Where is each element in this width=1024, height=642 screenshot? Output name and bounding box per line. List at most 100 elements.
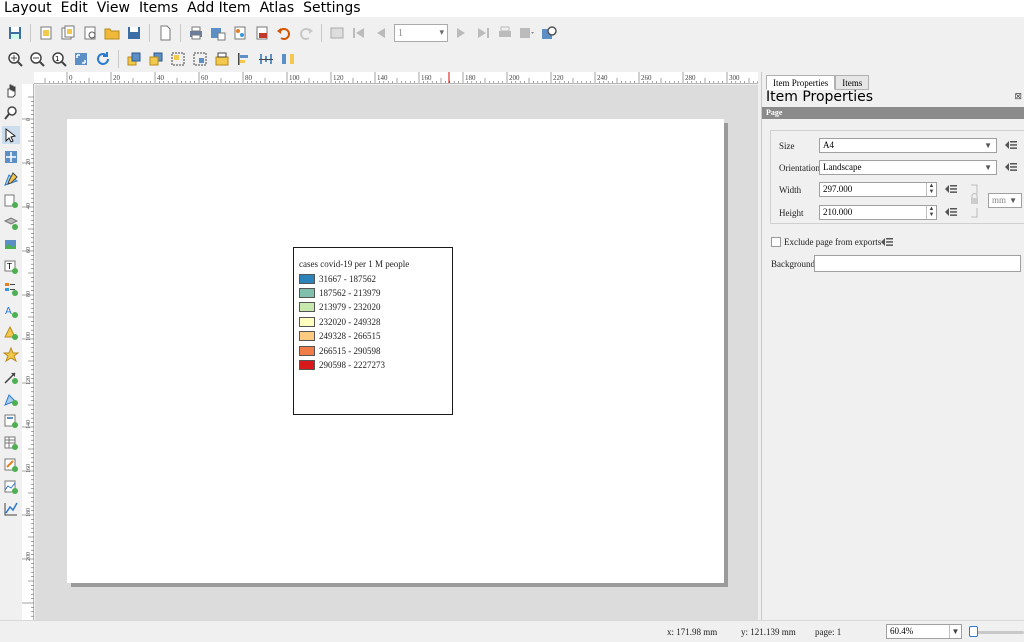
menu-settings[interactable]: Settings xyxy=(299,0,365,17)
background-symbol-button[interactable] xyxy=(814,255,1021,272)
edit-nodes-icon[interactable] xyxy=(2,170,20,188)
add-north-arrow-icon[interactable] xyxy=(2,324,20,342)
raise-items-icon[interactable] xyxy=(125,50,143,68)
tab-item-properties[interactable]: Item Properties xyxy=(766,75,836,90)
menu-atlas[interactable]: Atlas xyxy=(256,0,300,17)
legend-label: 213979 - 232020 xyxy=(319,302,381,313)
atlas-preview-icon[interactable] xyxy=(328,24,346,42)
add-arrow-icon[interactable] xyxy=(2,368,20,386)
atlas-page-combo[interactable]: 1 xyxy=(394,24,448,42)
size-combo[interactable]: A4 ▼ xyxy=(819,138,997,153)
export-svg-icon[interactable] xyxy=(231,24,249,42)
undo-icon[interactable] xyxy=(275,24,293,42)
page-setup-icon[interactable] xyxy=(156,24,174,42)
previous-feature-icon[interactable] xyxy=(372,24,390,42)
menu-view[interactable]: View xyxy=(93,0,135,17)
add-shape-icon[interactable] xyxy=(2,346,20,364)
distribute-items-icon[interactable] xyxy=(257,50,275,68)
ungroup-items-icon[interactable] xyxy=(191,50,209,68)
layout-toolbar: 1 xyxy=(0,21,1024,45)
data-defined-override-icon[interactable] xyxy=(944,206,958,218)
legend-label: 266515 - 290598 xyxy=(319,345,381,356)
legend-entry: 232020 - 249328 xyxy=(299,316,381,327)
legend-item[interactable]: cases covid-19 per 1 M people 31667 - 18… xyxy=(293,247,453,415)
zoom-value: 60.4% xyxy=(890,626,914,636)
add-attribute-table-icon[interactable] xyxy=(2,434,20,452)
exclude-page-checkbox[interactable] xyxy=(771,237,781,247)
ruler-label: 200 xyxy=(509,74,520,82)
size-label: Size xyxy=(779,141,795,151)
menu-add-item[interactable]: Add Item xyxy=(183,0,255,17)
print-icon[interactable] xyxy=(187,24,205,42)
add-3d-map-icon[interactable] xyxy=(2,214,20,232)
new-layout-icon[interactable] xyxy=(37,24,55,42)
orientation-combo[interactable]: Landscape ▼ xyxy=(819,160,997,175)
zoom-tool-icon[interactable] xyxy=(2,104,20,122)
lower-items-icon[interactable] xyxy=(147,50,165,68)
data-defined-override-icon[interactable] xyxy=(944,183,958,195)
data-defined-override-icon[interactable] xyxy=(1004,139,1018,151)
next-feature-icon[interactable] xyxy=(452,24,470,42)
add-label-icon[interactable]: T xyxy=(2,258,20,276)
menu-items[interactable]: Items xyxy=(135,0,183,17)
redo-icon[interactable] xyxy=(297,24,315,42)
last-feature-icon[interactable] xyxy=(474,24,492,42)
separator xyxy=(321,24,322,42)
add-elevation-profile-icon[interactable] xyxy=(2,478,20,496)
atlas-settings-icon[interactable] xyxy=(540,24,558,42)
save-template-icon[interactable] xyxy=(125,24,143,42)
zoom-in-icon[interactable] xyxy=(6,50,24,68)
width-spinbox[interactable]: 297.000 ▲ ▼ xyxy=(819,182,937,197)
zoom-combo[interactable]: 60.4% ▼ xyxy=(886,624,962,639)
select-tool-icon[interactable] xyxy=(2,126,20,144)
add-scalebar-icon[interactable]: A xyxy=(2,302,20,320)
spin-arrows-icon[interactable]: ▲ ▼ xyxy=(926,206,936,219)
add-legend-icon[interactable] xyxy=(2,280,20,298)
menu-layout[interactable]: Layout xyxy=(0,0,57,17)
spin-arrows-icon[interactable]: ▲ ▼ xyxy=(926,183,936,196)
legend-swatch xyxy=(299,331,315,342)
ruler-label: 0 xyxy=(69,74,73,82)
duplicate-layout-icon[interactable] xyxy=(59,24,77,42)
zoom-actual-icon[interactable]: 1 xyxy=(50,50,68,68)
export-atlas-icon[interactable] xyxy=(518,24,536,42)
vertical-ruler: 0 20 40 60 80 100 120 140 160 180 200 xyxy=(22,84,34,620)
page-section-header[interactable]: Page xyxy=(762,107,1024,119)
add-chart-icon[interactable] xyxy=(2,500,20,518)
print-atlas-icon[interactable] xyxy=(496,24,514,42)
export-pdf-icon[interactable] xyxy=(253,24,271,42)
lock-items-icon[interactable] xyxy=(213,50,231,68)
align-items-icon[interactable] xyxy=(235,50,253,68)
add-fixed-table-icon[interactable] xyxy=(2,456,20,474)
legend-entry: 187562 - 213979 xyxy=(299,287,381,298)
zoom-slider-handle[interactable] xyxy=(969,626,978,637)
add-map-icon[interactable] xyxy=(2,192,20,210)
dock-close-icon[interactable]: ⊠ xyxy=(1014,92,1022,102)
data-defined-override-icon[interactable] xyxy=(1004,161,1018,173)
chevron-down-icon: ▼ xyxy=(984,163,992,172)
height-spinbox[interactable]: 210.000 ▲ ▼ xyxy=(819,205,937,220)
add-html-icon[interactable] xyxy=(2,412,20,430)
zoom-full-icon[interactable] xyxy=(72,50,90,68)
unit-combo[interactable]: mm ▼ xyxy=(988,193,1022,208)
ruler-label: 120 xyxy=(333,74,344,82)
move-content-icon[interactable] xyxy=(2,148,20,166)
pan-icon[interactable] xyxy=(2,82,20,100)
export-image-icon[interactable] xyxy=(209,24,227,42)
refresh-icon[interactable] xyxy=(94,50,112,68)
menu-edit[interactable]: Edit xyxy=(57,0,93,17)
open-template-icon[interactable] xyxy=(103,24,121,42)
resize-items-icon[interactable] xyxy=(279,50,297,68)
add-nodes-icon[interactable] xyxy=(2,390,20,408)
tab-items[interactable]: Items xyxy=(835,75,870,90)
layout-manager-icon[interactable] xyxy=(81,24,99,42)
data-defined-override-icon[interactable] xyxy=(880,236,894,248)
lock-aspect-ratio-icon[interactable] xyxy=(969,184,981,218)
zoom-slider-track[interactable] xyxy=(975,631,1024,634)
ruler-label: 80 xyxy=(26,291,32,297)
group-items-icon[interactable] xyxy=(169,50,187,68)
first-feature-icon[interactable] xyxy=(350,24,368,42)
add-picture-icon[interactable] xyxy=(2,236,20,254)
save-icon[interactable] xyxy=(6,24,24,42)
zoom-out-icon[interactable] xyxy=(28,50,46,68)
